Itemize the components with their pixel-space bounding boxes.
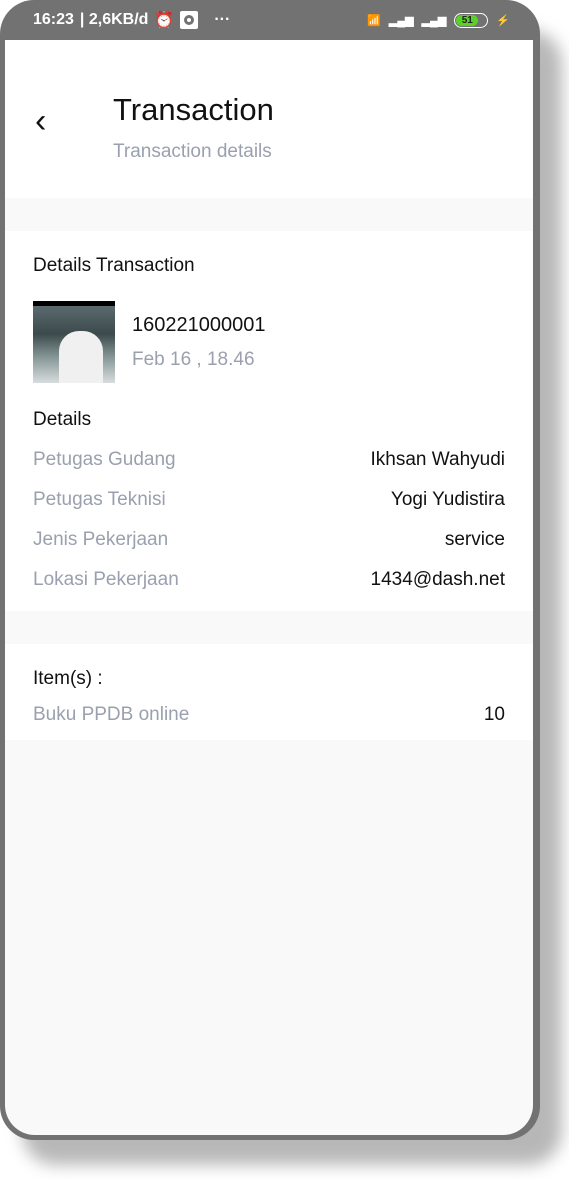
battery-level: 51 <box>456 14 479 26</box>
alarm-icon: ⏰ <box>154 12 175 29</box>
wifi-icon: 📶 <box>367 14 381 27</box>
transaction-date: Feb 16 , 18.46 <box>132 348 255 370</box>
detail-value: 1434@dash.net <box>370 569 505 590</box>
more-icon: ··· <box>214 11 231 28</box>
page-subtitle: Transaction details <box>113 141 272 162</box>
transaction-summary: 160221000001 Feb 16 , 18.46 <box>33 301 505 383</box>
charging-icon: ⚡ <box>496 14 510 27</box>
detail-value: Ikhsan Wahyudi <box>370 449 505 470</box>
page-title: Transaction <box>113 92 274 127</box>
items-card: Item(s) : Buku PPDB online 10 <box>5 644 533 740</box>
status-bar: 16:23 | 2,6KB/d ⏰ ··· 📶 ▂▄▆ ▂▄▆ 51 ⚡ <box>0 0 540 40</box>
detail-row: Lokasi Pekerjaan 1434@dash.net <box>33 569 505 591</box>
detail-value: service <box>444 529 505 550</box>
screen: ‹ Transaction Transaction details Detail… <box>5 40 533 1135</box>
screen-record-icon <box>180 11 199 29</box>
back-button[interactable]: ‹ <box>35 102 46 141</box>
details-card: Details Transaction 160221000001 Feb 16 ,… <box>5 231 533 611</box>
network-speed: | 2,6KB/d <box>79 11 149 28</box>
battery-icon: 51 <box>454 12 489 28</box>
details-section-heading: Details <box>33 409 92 430</box>
transaction-id: 160221000001 <box>132 313 266 336</box>
app-header: ‹ Transaction Transaction details <box>5 40 533 198</box>
detail-row: Jenis Pekerjaan service <box>33 529 505 551</box>
chevron-left-icon: ‹ <box>35 102 47 140</box>
signal-icon: ▂▄▆ <box>388 14 414 27</box>
detail-row: Petugas Teknisi Yogi Yudistira <box>33 489 505 511</box>
detail-value: Yogi Yudistira <box>390 489 505 510</box>
phone-frame: 16:23 | 2,6KB/d ⏰ ··· 📶 ▂▄▆ ▂▄▆ 51 ⚡ ‹ Transact… <box>0 0 540 1140</box>
clock: 16:23 <box>33 11 74 28</box>
avatar <box>33 301 115 383</box>
detail-row: Petugas Gudang Ikhsan Wahyudi <box>33 449 505 471</box>
item-name: Buku PPDB online <box>33 704 190 725</box>
items-heading: Item(s) : <box>33 668 103 689</box>
list-item: Buku PPDB online 10 <box>33 704 505 726</box>
details-heading: Details Transaction <box>33 255 195 276</box>
signal-4g-icon: ▂▄▆ <box>421 14 447 27</box>
detail-label: Lokasi Pekerjaan <box>33 569 179 590</box>
detail-label: Petugas Gudang <box>33 449 176 470</box>
detail-label: Jenis Pekerjaan <box>33 529 169 550</box>
item-quantity: 10 <box>483 704 505 725</box>
detail-label: Petugas Teknisi <box>33 489 166 510</box>
